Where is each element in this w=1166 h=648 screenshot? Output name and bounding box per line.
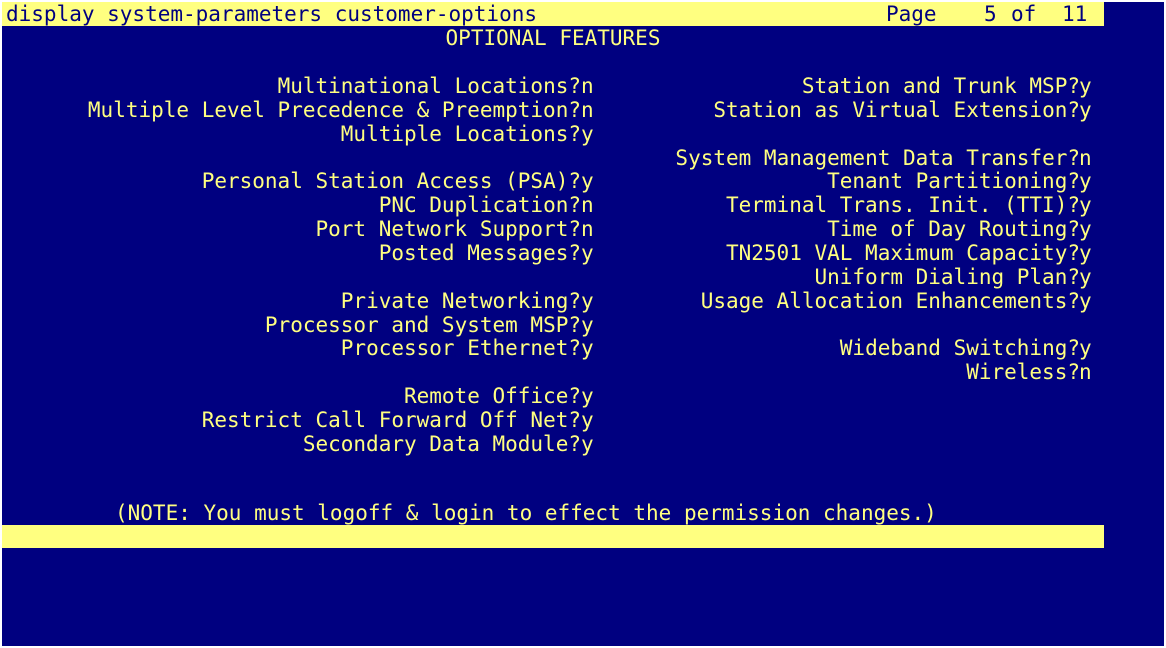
left-field-label: Multinational Locations? xyxy=(277,74,581,98)
note-text: (NOTE: You must logoff & login to effect… xyxy=(115,501,937,525)
left-field-label: Private Networking? xyxy=(340,288,581,313)
left-field-label: Port Network Support? xyxy=(315,217,581,242)
left-field-value[interactable]: n xyxy=(581,74,594,98)
left-field-value[interactable]: n xyxy=(581,193,594,217)
right-field-value[interactable]: y xyxy=(1079,217,1092,241)
left-field-value[interactable]: n xyxy=(581,217,594,241)
left-field-value[interactable]: n xyxy=(581,98,594,122)
left-field-label: Processor and System MSP? xyxy=(264,312,581,337)
form-title: OPTIONAL FEATURES xyxy=(445,26,661,50)
left-field-label: Restrict Call Forward Off Net? xyxy=(201,407,581,432)
left-field-label: Remote Office? xyxy=(403,384,581,409)
page-total: 11 xyxy=(1062,2,1088,26)
left-field-value[interactable]: y xyxy=(581,289,594,313)
left-field-label: Processor Ethernet? xyxy=(340,336,581,361)
right-field-label: Wireless? xyxy=(966,360,1080,385)
right-field-value[interactable]: n xyxy=(1079,146,1092,170)
right-field-value[interactable]: y xyxy=(1079,74,1092,98)
right-field-label: Usage Allocation Enhancements? xyxy=(700,288,1080,313)
left-field-label: Multiple Level Precedence & Preemption? xyxy=(87,97,581,122)
right-field-label: System Management Data Transfer? xyxy=(675,145,1080,170)
right-field-label: Uniform Dialing Plan? xyxy=(814,264,1080,289)
right-field-value[interactable]: n xyxy=(1079,360,1092,384)
left-field-value[interactable]: y xyxy=(581,122,594,146)
left-field-value[interactable]: y xyxy=(581,169,594,193)
right-field-value[interactable]: y xyxy=(1079,169,1092,193)
right-field-label: Time of Day Routing? xyxy=(827,217,1080,242)
right-field-value[interactable]: y xyxy=(1079,336,1092,360)
left-field-value[interactable]: y xyxy=(581,384,594,408)
right-field-label: Terminal Trans. Init. (TTI)? xyxy=(725,193,1080,218)
left-field-label: Secondary Data Module? xyxy=(302,431,581,456)
terminal-screen: display system-parameters customer-optio… xyxy=(2,2,1164,646)
command-header-bar: display system-parameters customer-optio… xyxy=(2,2,1104,26)
right-field-value[interactable]: y xyxy=(1079,241,1092,265)
right-field-label: Station as Virtual Extension? xyxy=(713,97,1080,122)
left-field-label: PNC Duplication? xyxy=(378,193,581,218)
right-field-value[interactable]: y xyxy=(1079,289,1092,313)
left-field-value[interactable]: y xyxy=(581,336,594,360)
right-field-value[interactable]: y xyxy=(1079,193,1092,217)
page-current: 5 xyxy=(984,2,997,26)
message-bar xyxy=(2,525,1104,548)
left-field-value[interactable]: y xyxy=(581,408,594,432)
right-field-label: Station and Trunk MSP? xyxy=(801,74,1080,98)
left-field-label: Multiple Locations? xyxy=(340,121,581,146)
page-of-label: of xyxy=(1011,2,1037,26)
left-field-value[interactable]: y xyxy=(581,432,594,456)
left-field-label: Personal Station Access (PSA)? xyxy=(201,169,581,194)
right-field-label: TN2501 VAL Maximum Capacity? xyxy=(725,240,1080,265)
command-text: display system-parameters customer-optio… xyxy=(6,2,538,26)
left-field-value[interactable]: y xyxy=(581,241,594,265)
right-field-value[interactable]: y xyxy=(1079,98,1092,122)
page-label: Page xyxy=(886,2,937,26)
right-field-label: Wideband Switching? xyxy=(839,336,1080,361)
right-field-label: Tenant Partitioning? xyxy=(827,169,1080,194)
right-field-value[interactable]: y xyxy=(1079,265,1092,289)
left-field-value[interactable]: y xyxy=(581,313,594,337)
left-field-label: Posted Messages? xyxy=(378,240,581,265)
